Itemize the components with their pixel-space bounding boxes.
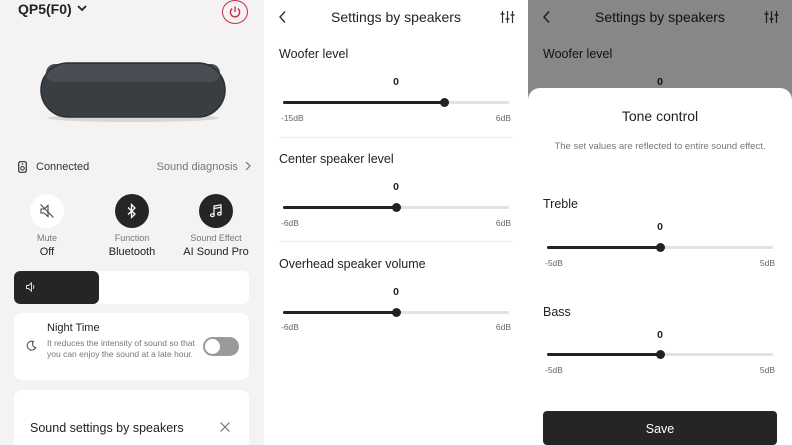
volume-icon bbox=[26, 281, 35, 293]
mute-speaker-icon bbox=[40, 204, 54, 218]
equalizer-icon[interactable] bbox=[500, 10, 515, 24]
woofer-level-max: 6dB bbox=[495, 113, 511, 123]
slider-fill bbox=[283, 206, 396, 209]
woofer-level-slider[interactable] bbox=[283, 98, 509, 107]
bass-min: -5dB bbox=[545, 365, 563, 375]
bass-label: Bass bbox=[543, 305, 571, 319]
center-speaker-slider[interactable] bbox=[283, 203, 509, 212]
mute-control[interactable]: Mute Off bbox=[7, 194, 87, 258]
night-time-card: Night Time It reduces the intensity of s… bbox=[14, 313, 249, 380]
device-home-panel: QP5(F0) Connected Sound diagnosis Mute O… bbox=[0, 0, 264, 445]
slider-fill bbox=[283, 101, 445, 104]
toggle-knob bbox=[205, 339, 220, 354]
settings-by-speakers-panel: Settings by speakers Woofer level 0 -15d… bbox=[264, 0, 528, 445]
device-name[interactable]: QP5(F0) bbox=[18, 1, 72, 17]
sound-diagnosis-link[interactable]: Sound diagnosis bbox=[157, 161, 252, 173]
sheet-title: Tone control bbox=[621, 108, 699, 124]
overhead-speaker-min: -6dB bbox=[281, 322, 299, 332]
mute-label: Mute bbox=[36, 233, 57, 243]
treble-value: 0 bbox=[657, 221, 663, 233]
speaker-image bbox=[40, 62, 226, 122]
overhead-speaker-max: 6dB bbox=[495, 322, 511, 332]
function-label: Function bbox=[114, 233, 150, 243]
sound-effect-label: Sound Effect bbox=[190, 233, 242, 243]
overhead-speaker-slider[interactable] bbox=[283, 308, 509, 317]
treble-label: Treble bbox=[543, 197, 578, 211]
treble-slider[interactable] bbox=[547, 243, 773, 252]
connection-status: Connected bbox=[36, 161, 90, 173]
bluetooth-icon bbox=[127, 203, 136, 219]
bass-slider[interactable] bbox=[547, 350, 773, 359]
power-button[interactable] bbox=[222, 0, 248, 24]
function-value: Bluetooth bbox=[108, 246, 156, 258]
tone-control-panel: Settings by speakers Woofer level 0 Tone… bbox=[528, 0, 792, 445]
woofer-level-min: -15dB bbox=[281, 113, 304, 123]
center-speaker-max: 6dB bbox=[495, 218, 511, 228]
music-note-icon bbox=[210, 204, 222, 218]
function-button[interactable] bbox=[115, 194, 149, 228]
chevron-down-icon[interactable] bbox=[76, 2, 88, 14]
moon-icon bbox=[26, 340, 37, 351]
sound-diagnosis-label: Sound diagnosis bbox=[156, 161, 238, 173]
woofer-level-label: Woofer level bbox=[279, 47, 349, 61]
sound-settings-card[interactable]: Sound settings by speakers bbox=[14, 390, 249, 445]
night-time-toggle[interactable] bbox=[203, 337, 239, 356]
chevron-right-icon bbox=[245, 161, 251, 171]
close-icon[interactable] bbox=[219, 421, 231, 433]
page-title: Settings by speakers bbox=[331, 9, 461, 25]
slider-fill bbox=[547, 353, 660, 356]
slider-fill bbox=[283, 311, 396, 314]
slider-thumb[interactable] bbox=[655, 350, 665, 359]
treble-max: 5dB bbox=[759, 258, 775, 268]
sound-effect-control[interactable]: Sound Effect AI Sound Pro bbox=[176, 194, 256, 258]
save-button[interactable]: Save bbox=[543, 411, 777, 445]
treble-min: -5dB bbox=[545, 258, 563, 268]
divider bbox=[279, 241, 513, 242]
overhead-speaker-label: Overhead speaker volume bbox=[279, 257, 426, 271]
speaker-device-icon bbox=[18, 161, 27, 173]
power-icon bbox=[229, 6, 241, 18]
sound-settings-label: Sound settings by speakers bbox=[30, 421, 184, 435]
slider-thumb[interactable] bbox=[391, 308, 401, 317]
woofer-level-value: 0 bbox=[393, 76, 399, 88]
overhead-speaker-value: 0 bbox=[393, 286, 399, 298]
slider-thumb[interactable] bbox=[391, 203, 401, 212]
center-speaker-label: Center speaker level bbox=[279, 152, 394, 166]
bass-value: 0 bbox=[657, 329, 663, 341]
slider-fill bbox=[547, 246, 660, 249]
slider-thumb[interactable] bbox=[655, 243, 665, 252]
function-control[interactable]: Function Bluetooth bbox=[92, 194, 172, 258]
night-time-title: Night Time bbox=[47, 322, 100, 334]
volume-slider[interactable] bbox=[14, 271, 249, 304]
slider-thumb[interactable] bbox=[439, 98, 449, 107]
sound-effect-value: AI Sound Pro bbox=[183, 246, 249, 258]
divider bbox=[279, 137, 513, 138]
connection-status-row: Connected Sound diagnosis bbox=[18, 160, 252, 176]
bass-max: 5dB bbox=[759, 365, 775, 375]
mute-value: Off bbox=[39, 246, 55, 258]
center-speaker-min: -6dB bbox=[281, 218, 299, 228]
mute-button[interactable] bbox=[30, 194, 64, 228]
tone-control-sheet: Tone control The set values are reflecte… bbox=[528, 88, 792, 445]
sheet-description: The set values are reflected to entire s… bbox=[554, 141, 766, 152]
night-time-description: It reduces the intensity of sound so tha… bbox=[47, 338, 195, 359]
center-speaker-value: 0 bbox=[393, 181, 399, 193]
sound-effect-button[interactable] bbox=[199, 194, 233, 228]
